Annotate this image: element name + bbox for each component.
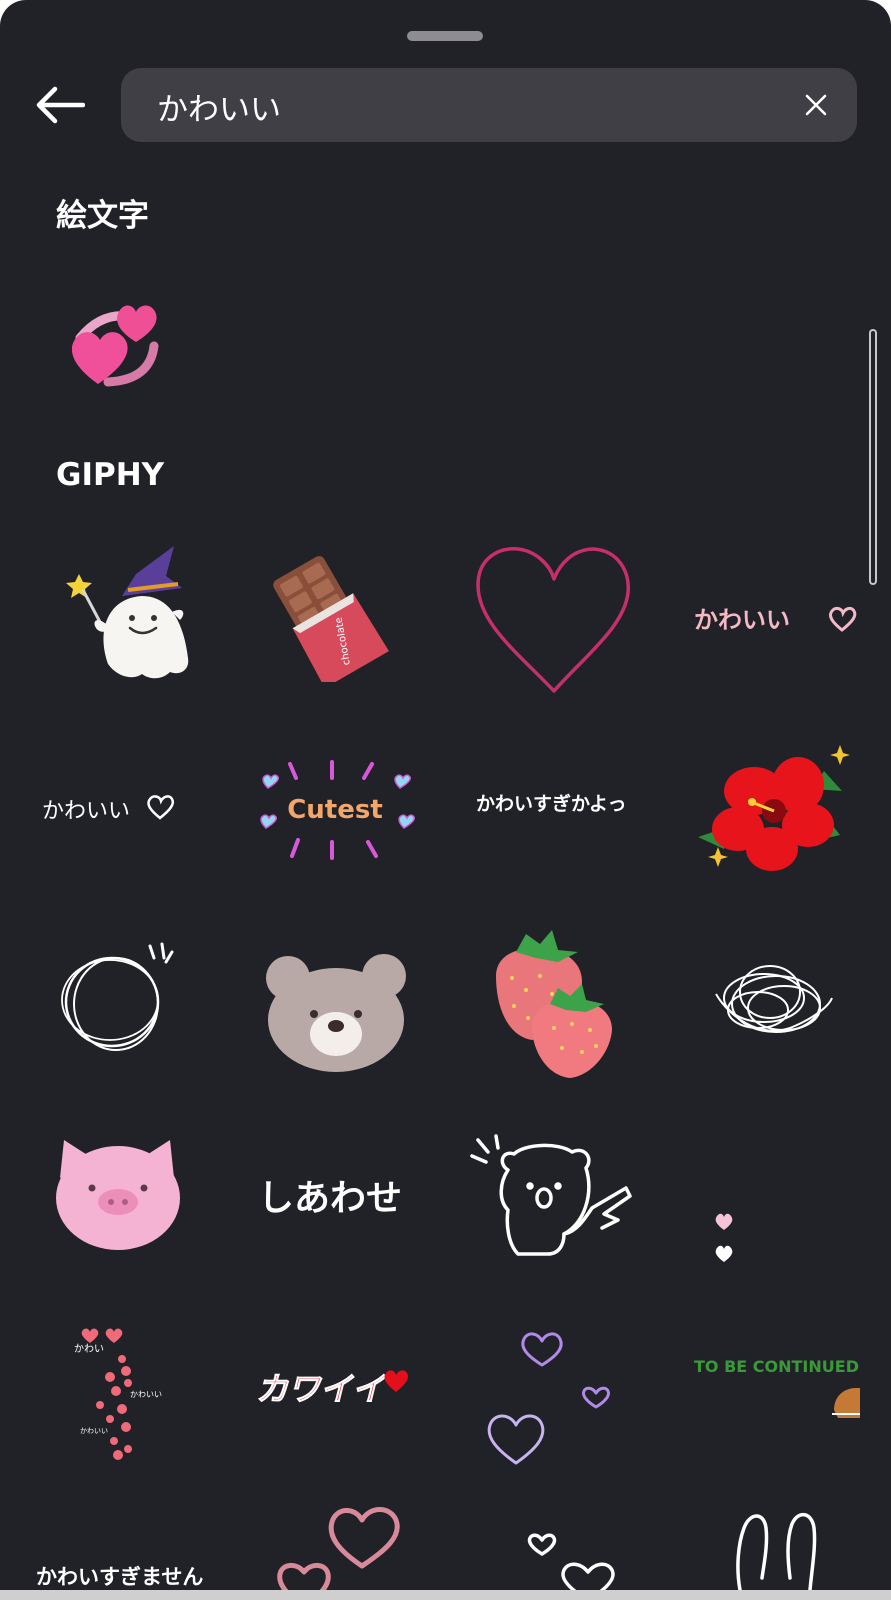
hibiscus-flower-sticker[interactable] [694, 745, 854, 875]
kawaii-pink-text: かわいい [694, 606, 790, 634]
shiawase-text-sticker[interactable]: しあわせ [256, 1172, 416, 1222]
back-button[interactable] [30, 82, 88, 128]
kawaii-hearts-text-a: かわい [74, 1343, 104, 1355]
kawaii-hearts-text-b: かわいい [130, 1390, 162, 1399]
back-arrow-icon [36, 86, 85, 124]
search-input[interactable] [155, 78, 759, 134]
cutest-text: Cutest [287, 795, 383, 825]
scrollbar-track [871, 331, 875, 583]
kawaii-hearts-text-c: かわいい [80, 1427, 108, 1435]
white-outline-hearts-sticker[interactable] [520, 1530, 630, 1590]
scrollbar[interactable] [869, 329, 877, 585]
cutest-text-sticker[interactable]: Cutest [254, 760, 416, 860]
clear-search-button[interactable] [799, 88, 833, 122]
ghost-witch-sticker[interactable] [62, 546, 202, 686]
bear-face-sticker[interactable] [264, 950, 410, 1074]
kawaisugimasen-text-sticker[interactable]: かわいすぎません? [34, 1556, 204, 1590]
strawberries-sticker[interactable] [492, 928, 620, 1080]
small-pink-hearts-sticker[interactable] [712, 1210, 742, 1266]
kawaisugi-text-sticker[interactable]: かわいすぎかよっ [474, 786, 644, 820]
emoji-section-title: 絵文字 [56, 198, 149, 234]
kawaii-katakana-text: カワイイ [256, 1370, 387, 1408]
bottom-edge [0, 1590, 891, 1600]
rose-outline-hearts-sticker[interactable] [270, 1496, 412, 1590]
tangled-scribble-sticker[interactable] [710, 958, 838, 1048]
purple-outline-hearts-sticker[interactable] [480, 1325, 616, 1465]
to-be-continued-text: TO BE CONTINUED... [694, 1357, 860, 1376]
giphy-section-title: GIPHY [56, 457, 165, 493]
kawaii-white-text: かわいい [42, 799, 130, 824]
revolving-hearts-emoji[interactable] [66, 298, 166, 394]
kawaii-katakana-sticker[interactable]: カワイイ [254, 1362, 414, 1412]
kawaii-white-text-sticker[interactable]: かわいい [40, 790, 180, 830]
to-be-continued-sticker[interactable]: TO BE CONTINUED... [692, 1352, 860, 1418]
close-icon [805, 94, 827, 116]
kawaisugimasen-text: かわいすぎません? [36, 1565, 204, 1589]
scribble-circle-sticker[interactable] [58, 940, 182, 1058]
search-bar [121, 68, 857, 142]
pink-outline-heart-sticker[interactable] [472, 545, 636, 695]
sheet-drag-handle[interactable] [407, 31, 483, 41]
shiawase-text: しあわせ [258, 1178, 402, 1219]
kawaii-pink-hearts-sticker[interactable]: かわい かわいい かわいい [70, 1325, 176, 1465]
pink-pig-sticker[interactable] [54, 1138, 182, 1250]
bear-outline-pointing-sticker[interactable] [468, 1134, 640, 1260]
chocolate-bar-sticker[interactable]: chocolate [272, 552, 390, 682]
bunny-outline-sticker[interactable] [730, 1508, 822, 1590]
kawaisugi-text: かわいすぎかよっ [476, 792, 626, 815]
sticker-search-sheet: 絵文字 GIPHY chocolate [0, 0, 891, 1600]
kawaii-pink-text-sticker[interactable]: かわいい [692, 600, 862, 640]
